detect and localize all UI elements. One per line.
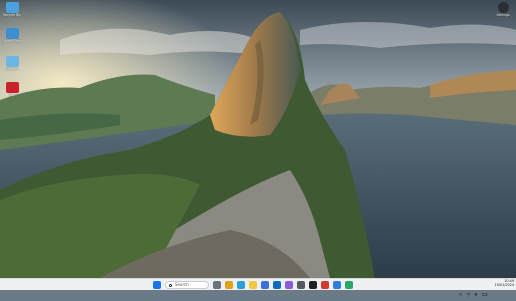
wifi-icon[interactable] <box>466 282 471 297</box>
file-explorer-icon[interactable] <box>249 281 257 289</box>
clock[interactable]: 10:49 19/01/2024 <box>494 279 514 288</box>
app-green-icon[interactable] <box>345 281 353 289</box>
search-input[interactable]: Search <box>165 281 209 289</box>
mail-icon[interactable] <box>273 281 281 289</box>
desktop-icon-app[interactable]: App <box>0 82 24 98</box>
settings-icon[interactable] <box>297 281 305 289</box>
windows-start-icon[interactable] <box>153 281 161 289</box>
app-icon <box>5 82 19 93</box>
task-view-icon[interactable] <box>213 281 221 289</box>
volume-icon[interactable] <box>474 282 479 297</box>
network-icon <box>5 56 19 67</box>
desktop: Recycle Bin Control Panel Network App Se… <box>0 0 516 278</box>
app-red-icon[interactable] <box>321 281 329 289</box>
desktop-icon-recycle-bin[interactable]: Recycle Bin <box>0 2 24 18</box>
desktop-icon-control-panel[interactable]: Control Panel <box>0 28 24 44</box>
gear-icon <box>497 2 509 13</box>
desktop-icon-settings[interactable]: Settings <box>491 2 515 18</box>
terminal-icon[interactable] <box>309 281 317 289</box>
control-panel-icon <box>5 28 19 39</box>
app-blue-icon[interactable] <box>333 281 341 289</box>
taskbar: Search 10:49 19/01/2024 <box>0 278 516 297</box>
chrome-icon[interactable] <box>225 281 233 289</box>
search-icon <box>169 283 172 287</box>
photos-icon[interactable] <box>285 281 293 289</box>
wallpaper <box>0 0 516 278</box>
battery-icon[interactable] <box>482 282 488 296</box>
chevron-up-icon[interactable] <box>458 282 463 296</box>
store-icon[interactable] <box>261 281 269 289</box>
recycle-bin-icon <box>5 2 19 13</box>
edge-icon[interactable] <box>237 281 245 289</box>
desktop-icon-network[interactable]: Network <box>0 56 24 72</box>
